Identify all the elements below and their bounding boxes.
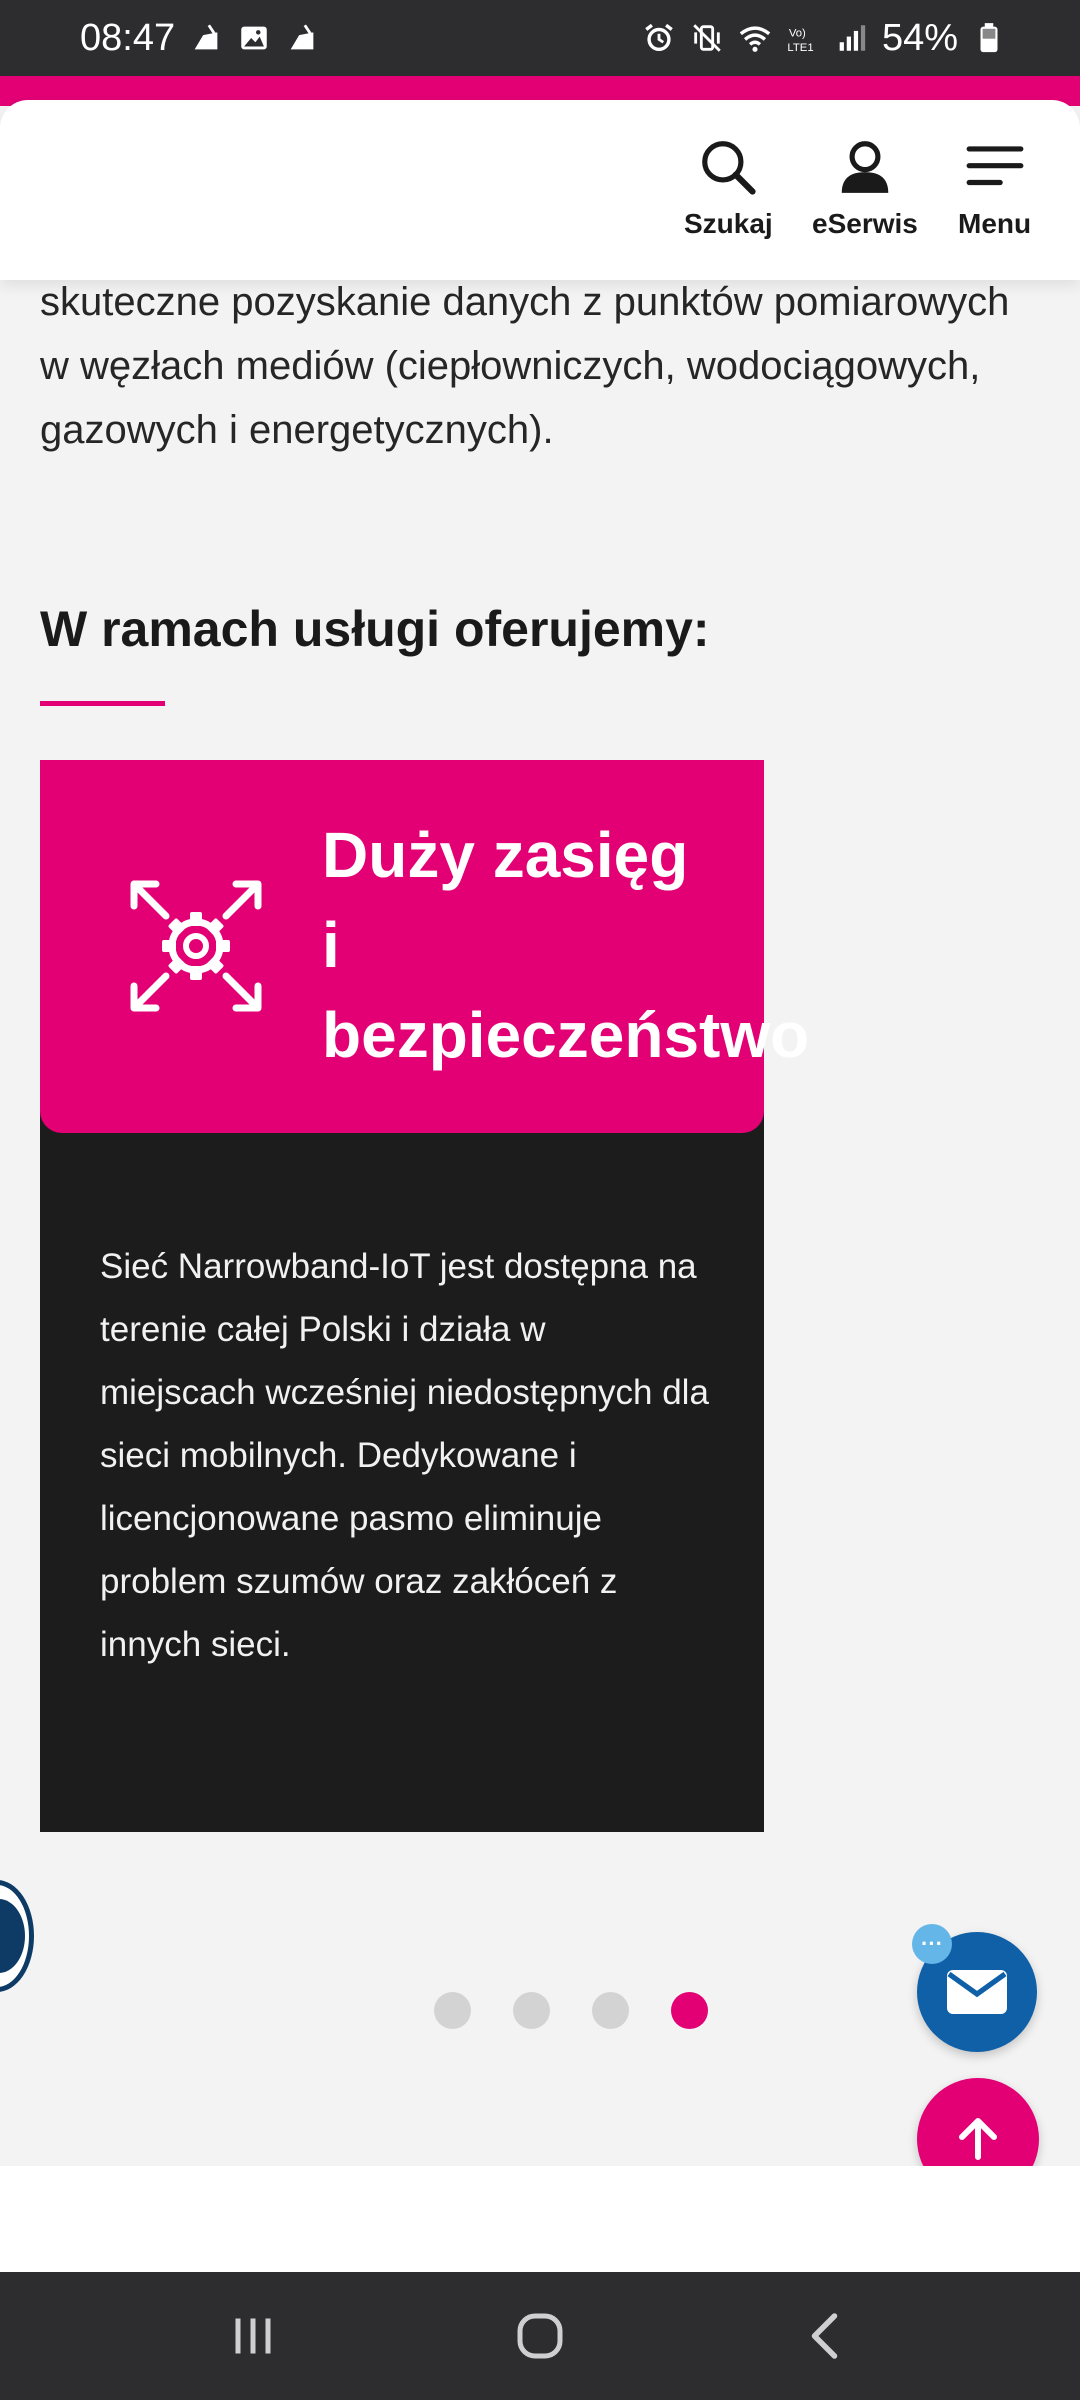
title-underline	[40, 701, 165, 706]
site-header: Szukaj eSerwis Menu	[0, 100, 1080, 280]
system-navigation-bar	[0, 2272, 1080, 2400]
status-bar: 08:47 Vo) LTE1 54%	[0, 0, 1080, 76]
home-icon[interactable]	[510, 2306, 570, 2366]
recent-apps-icon[interactable]	[223, 2306, 283, 2366]
battery-percent: 54%	[881, 16, 958, 59]
broom-icon	[290, 24, 314, 50]
section-title: W ramach usługi oferujemy:	[40, 601, 710, 657]
carousel-dot-2[interactable]	[513, 1992, 550, 2029]
feature-card: Duży zasięg i bezpieczeństwo Sieć Narrow…	[40, 760, 809, 1832]
carousel-dot-1[interactable]	[434, 1992, 471, 2029]
broom-icon	[194, 24, 218, 50]
intro-paragraph: skuteczne pozyskanie danych z punktów po…	[40, 280, 1010, 452]
title-line-3: bezpieczeństwo	[322, 999, 810, 1071]
arrow-up-icon	[959, 2118, 997, 2160]
wifi-icon	[739, 26, 771, 52]
image-icon	[241, 26, 267, 50]
menu-icon	[966, 146, 1023, 186]
vibrate-icon	[693, 24, 721, 52]
feature-card-header: Duży zasięg i bezpieczeństwo	[40, 760, 809, 1133]
eserwis-button[interactable]: eSerwis	[812, 136, 918, 240]
search-icon	[702, 141, 756, 195]
signal-icon	[839, 25, 866, 51]
status-time: 08:47	[80, 16, 176, 59]
back-icon[interactable]	[797, 2306, 857, 2366]
menu-button[interactable]: Menu	[958, 136, 1031, 240]
chat-badge: ···	[912, 1924, 952, 1964]
title-line-2: i	[322, 909, 340, 981]
carousel-dot-3[interactable]	[592, 1992, 629, 2029]
eserwis-label: eSerwis	[812, 208, 918, 239]
search-button[interactable]: Szukaj	[684, 136, 773, 240]
carousel-dot-4[interactable]	[671, 1992, 708, 2029]
alarm-icon	[645, 23, 673, 52]
footer-band	[0, 2166, 1080, 2272]
accessibility-widget-button[interactable]	[0, 1880, 34, 1992]
user-icon	[841, 141, 889, 193]
expand-gear-icon	[130, 880, 262, 1012]
battery-icon	[980, 23, 998, 53]
svg-text:LTE1: LTE1	[787, 42, 813, 54]
svg-text:Vo): Vo)	[789, 28, 806, 40]
feature-card-description: Sieć Narrowband-IoT jest dostępna na ter…	[100, 1247, 709, 1664]
search-label: Szukaj	[684, 208, 773, 239]
menu-label: Menu	[958, 208, 1032, 239]
mail-icon	[947, 1970, 1007, 2014]
feature-card-title: Duży zasięg i bezpieczeństwo	[322, 810, 882, 1080]
title-line-1: Duży zasięg	[322, 819, 689, 891]
volte-icon: Vo) LTE1	[787, 28, 813, 54]
carousel-dots	[434, 1992, 708, 2029]
